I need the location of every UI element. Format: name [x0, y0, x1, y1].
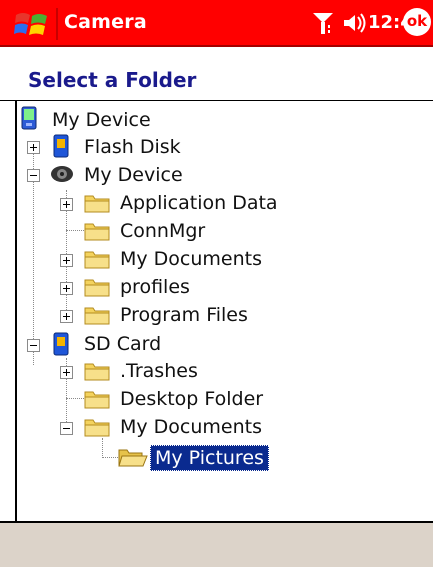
volume-icon[interactable]	[342, 12, 368, 34]
expand-application-data-toggle[interactable]	[60, 198, 73, 211]
folder-icon	[84, 192, 110, 218]
tree-item-trashes[interactable]: .Trashes	[120, 359, 198, 383]
tree-item-sd-my-documents[interactable]: My Documents	[120, 415, 262, 439]
folder-icon	[84, 416, 110, 442]
pda-device-icon	[21, 106, 37, 134]
folder-icon	[84, 220, 110, 246]
tree-item-root-my-device[interactable]: My Device	[52, 108, 151, 132]
folder-icon	[84, 276, 110, 302]
folder-icon	[84, 388, 110, 414]
open-folder-icon	[118, 446, 148, 472]
tree-connector	[66, 398, 84, 400]
tree-item-profiles[interactable]: profiles	[120, 275, 190, 299]
tree-item-flash-disk[interactable]: Flash Disk	[84, 135, 181, 159]
expand-program-files-toggle[interactable]	[60, 310, 73, 323]
expand-trashes-toggle[interactable]	[60, 366, 73, 379]
title-divider	[56, 8, 58, 40]
expand-flash-disk-toggle[interactable]	[27, 141, 40, 154]
tree-connector	[66, 230, 84, 232]
device-chip-icon	[50, 163, 74, 189]
dialog-heading: Select a Folder	[28, 68, 197, 92]
folder-icon	[84, 304, 110, 330]
title-bar: Camera 12:40 ok	[0, 0, 433, 47]
soft-key-bar	[0, 523, 433, 567]
collapse-my-documents-toggle[interactable]	[60, 422, 73, 435]
tree-connector	[102, 457, 118, 459]
windows-start-icon[interactable]	[14, 9, 50, 39]
ok-button-label: ok	[406, 12, 428, 30]
tree-connector	[33, 153, 35, 365]
expand-my-documents-toggle[interactable]	[60, 254, 73, 267]
tree-item-my-device[interactable]: My Device	[84, 163, 183, 187]
expand-profiles-toggle[interactable]	[60, 282, 73, 295]
tree-item-application-data[interactable]: Application Data	[120, 191, 278, 215]
tree-item-connmgr[interactable]: ConnMgr	[120, 219, 205, 243]
storage-card-icon	[52, 134, 70, 162]
collapse-my-device-toggle[interactable]	[27, 169, 40, 182]
tree-item-my-documents[interactable]: My Documents	[120, 247, 262, 271]
storage-card-icon	[52, 332, 70, 360]
tree-item-my-pictures[interactable]: My Pictures	[150, 445, 269, 471]
tree-item-desktop-folder[interactable]: Desktop Folder	[120, 387, 263, 411]
signal-icon[interactable]	[312, 11, 334, 35]
ok-button[interactable]: ok	[403, 8, 431, 36]
folder-icon	[84, 248, 110, 274]
folder-icon	[84, 360, 110, 386]
tree-left-border	[15, 101, 17, 523]
tree-item-sd-card[interactable]: SD Card	[84, 332, 161, 356]
tree-item-program-files[interactable]: Program Files	[120, 303, 248, 327]
collapse-sd-card-toggle[interactable]	[27, 339, 40, 352]
app-title: Camera	[64, 11, 147, 33]
